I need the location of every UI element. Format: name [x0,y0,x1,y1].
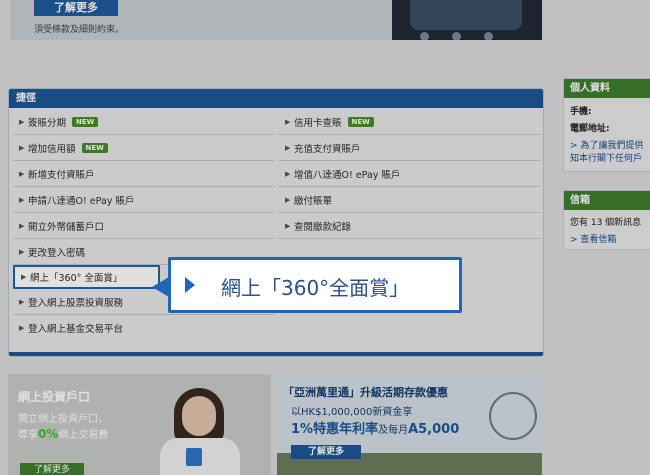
quick-links-right-column: ▶ 信用卡查賬 NEW ▶ 充值支付資賬戶 ▶ 增值八達通O! ePay 賬戶 … [279,109,541,239]
app-icon [420,32,429,40]
quick-link-apply-octopus-epay[interactable]: ▶ 申請八達通O! ePay 賬戶 [13,187,275,213]
triangle-right-icon: ▶ [19,169,25,178]
quick-link-label: 登入網上基金交易平台 [28,324,124,335]
tablet-screen [410,0,522,30]
quick-link-label: 登入網上股票投資服務 [28,297,124,309]
banner-terms-note: 須受條款及細則約束。 [34,25,125,35]
quick-link-360-rewards[interactable]: ▶ 網上「360° 全面賞」 [13,265,160,289]
quick-links-panel: 捷徑 ▶ 簽賬分期 NEW ▶ 增加信用額 NEW ▶ 新增支付資賬戶 ▶ 申請… [8,88,544,357]
triangle-right-icon: ▶ [21,273,27,281]
update-info-link[interactable]: > 為了讓我們提供 [564,136,650,151]
quick-link-label: 繳付賬單 [294,195,333,207]
quick-link-top-up-octopus-epay[interactable]: ▶ 增值八達通O! ePay 賬戶 [279,161,541,187]
triangle-right-icon: ▶ [285,143,291,152]
quick-link-online-fund-platform[interactable]: ▶ 登入網上基金交易平台 [13,315,275,341]
new-badge: NEW [347,116,374,127]
promo-invest-line1: 開立網上投資戶口， [18,414,108,425]
quick-link-label: 查閱繳款紀錄 [294,221,352,233]
quick-link-label: 網上「360° 全面賞」 [30,273,123,284]
promo-deposit-line1: 以HK$1,000,000新資金享 [291,407,413,418]
triangle-right-icon: ▶ [19,324,25,332]
triangle-right-icon: ▶ [285,169,291,178]
cup-icon [186,448,202,466]
quick-links-title: 捷徑 [9,89,543,108]
new-badge: NEW [72,116,99,127]
promo-deposit-title: 「亞洲萬里通」升級活期存款優惠 [283,386,448,399]
promo-asia-miles-deposit[interactable]: 「亞洲萬里通」升級活期存款優惠 以HK$1,000,000新資金享 1%特惠年利… [277,374,542,475]
phone-label: 手機: [570,107,592,117]
inbox-box: 信箱 您有 13 個新訊息 > 查看信箱 [563,190,650,250]
top-banner: 了解更多 須受條款及細則約束。 [10,0,542,40]
callout-tooltip: 網上「360°全面賞」 [168,257,462,313]
email-label: 電郵地址: [570,124,610,134]
app-icon [484,32,493,40]
quick-link-payment-history[interactable]: ▶ 查閱繳款紀錄 [279,213,541,239]
quick-link-label: 簽賬分期 [28,117,67,129]
tablet-image [392,0,542,40]
ferris-wheel-image [489,392,537,440]
quick-link-label: 申請八達通O! ePay 賬戶 [28,195,135,207]
quick-link-label: 開立外幣儲蓄戶口 [28,221,105,233]
triangle-right-icon: ▶ [19,195,25,204]
callout-text: 網上「360°全面賞」 [221,276,410,300]
view-inbox-link[interactable]: > 查看信箱 [564,230,650,247]
quick-link-add-payment-account[interactable]: ▶ 新增支付資賬戶 [13,161,275,187]
quick-link-top-up-payment-account[interactable]: ▶ 充值支付資賬戶 [279,135,541,161]
inbox-title: 信箱 [564,191,650,210]
promo-invest-line2: 尊享0%網上交易費 [18,427,109,441]
quick-link-label: 新增支付資賬戶 [28,169,95,181]
triangle-right-icon: ▶ [19,143,25,152]
quick-link-pay-bills[interactable]: ▶ 繳付賬單 [279,187,541,213]
panel-footer-bar [9,352,543,356]
triangle-right-icon: ▶ [19,247,25,256]
triangle-right-icon: ▶ [285,195,291,204]
quick-link-label: 增值八達通O! ePay 賬戶 [294,169,401,181]
update-info-link-cont[interactable]: 知本行閣下任何戶 [564,151,650,166]
promo-deposit-line2: 1%特惠年利率及每月A5,000 [291,422,460,437]
quick-link-label: 增加信用額 [28,143,76,155]
callout-pointer [152,277,169,297]
triangle-right-icon: ▶ [19,297,25,306]
quick-link-label: 更改登入密碼 [28,247,86,259]
promo-online-investment[interactable]: 網上投資戶口 開立網上投資戶口， 尊享0%網上交易費 了解更多 [8,374,271,475]
quick-link-increase-credit-limit[interactable]: ▶ 增加信用額 NEW [13,135,275,161]
quick-link-installment[interactable]: ▶ 簽賬分期 NEW [13,109,275,135]
promo-invest-title: 網上投資戶口 [18,390,91,404]
personal-info-box: 個人資料 手機: 電郵地址: > 為了讓我們提供 知本行閣下任何戶 [563,78,650,172]
triangle-right-icon: ▶ [285,117,291,126]
quick-link-card-statement[interactable]: ▶ 信用卡查賬 NEW [279,109,541,135]
promo-invest-learn-more-button[interactable]: 了解更多 [20,463,84,475]
quick-link-label: 信用卡查賬 [294,117,342,129]
triangle-right-icon: ▶ [19,221,25,230]
triangle-right-icon: ▶ [19,117,25,126]
woman-with-laptop-image [144,382,256,475]
app-icon [452,32,461,40]
promo-deposit-learn-more-button[interactable]: 了解更多 [291,445,361,459]
inbox-count: 您有 13 個新訊息 [570,218,642,228]
banner-learn-more-button[interactable]: 了解更多 [34,0,118,16]
personal-info-title: 個人資料 [564,79,650,98]
quick-link-open-fx-account[interactable]: ▶ 開立外幣儲蓄戶口 [13,213,275,239]
quick-link-label: 充值支付資賬戶 [294,143,361,155]
triangle-right-icon: ▶ [285,221,291,230]
new-badge: NEW [81,142,108,153]
play-triangle-icon [185,277,195,293]
